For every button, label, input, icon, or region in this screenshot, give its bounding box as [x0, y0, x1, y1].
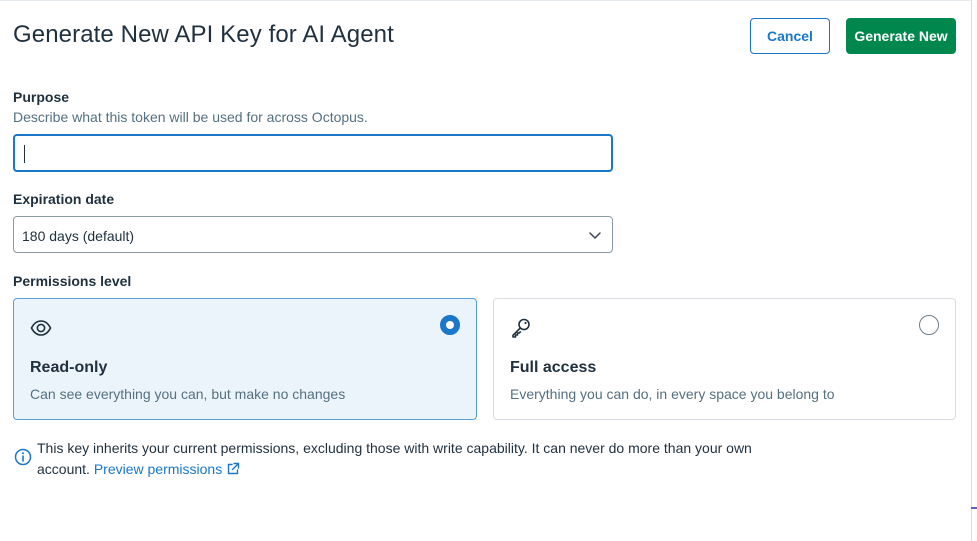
- purpose-help-text: Describe what this token will be used fo…: [13, 109, 368, 125]
- purpose-label: Purpose: [13, 89, 70, 105]
- read-only-description: Can see everything you can, but make no …: [30, 386, 346, 402]
- top-divider: [0, 0, 977, 1]
- chevron-down-icon: [589, 232, 601, 239]
- expiration-selected-value: 180 days (default): [22, 228, 135, 244]
- read-only-title: Read-only: [30, 359, 108, 376]
- background-page-edge: [971, 0, 977, 541]
- expiration-select[interactable]: 180 days (default): [13, 216, 613, 253]
- full-access-title: Full access: [510, 359, 597, 376]
- permissions-info-message: This key inherits your current permissio…: [37, 438, 767, 480]
- generate-new-button[interactable]: Generate New: [846, 18, 956, 54]
- external-link-icon: [228, 462, 240, 475]
- info-icon: [14, 448, 32, 466]
- eye-icon: [30, 320, 52, 336]
- background-accent-line: [971, 507, 977, 509]
- permission-option-read-only[interactable]: Read-only Can see everything you can, bu…: [13, 298, 477, 420]
- purpose-input[interactable]: [13, 134, 613, 172]
- expiration-label: Expiration date: [13, 191, 115, 207]
- dialog-title: Generate New API Key for AI Agent: [13, 21, 394, 48]
- preview-permissions-link[interactable]: Preview permissions: [94, 461, 240, 477]
- permissions-label: Permissions level: [13, 273, 132, 289]
- read-only-radio[interactable]: [440, 315, 460, 335]
- full-access-description: Everything you can do, in every space yo…: [510, 386, 835, 402]
- permission-option-full-access[interactable]: Full access Everything you can do, in ev…: [493, 298, 956, 420]
- preview-permissions-label: Preview permissions: [93, 461, 223, 477]
- key-icon: [512, 318, 530, 338]
- text-caret: [24, 145, 25, 163]
- cancel-button[interactable]: Cancel: [750, 18, 830, 54]
- full-access-radio[interactable]: [919, 315, 939, 335]
